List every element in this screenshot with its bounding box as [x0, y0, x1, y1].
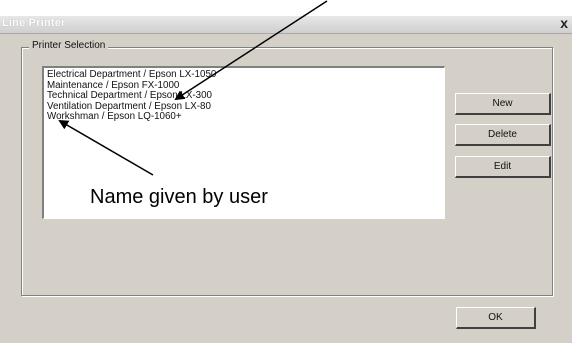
arrow-to-list-item [174, 0, 328, 101]
annotation-arrows [58, 0, 328, 176]
arrow-from-annotation [58, 119, 154, 176]
